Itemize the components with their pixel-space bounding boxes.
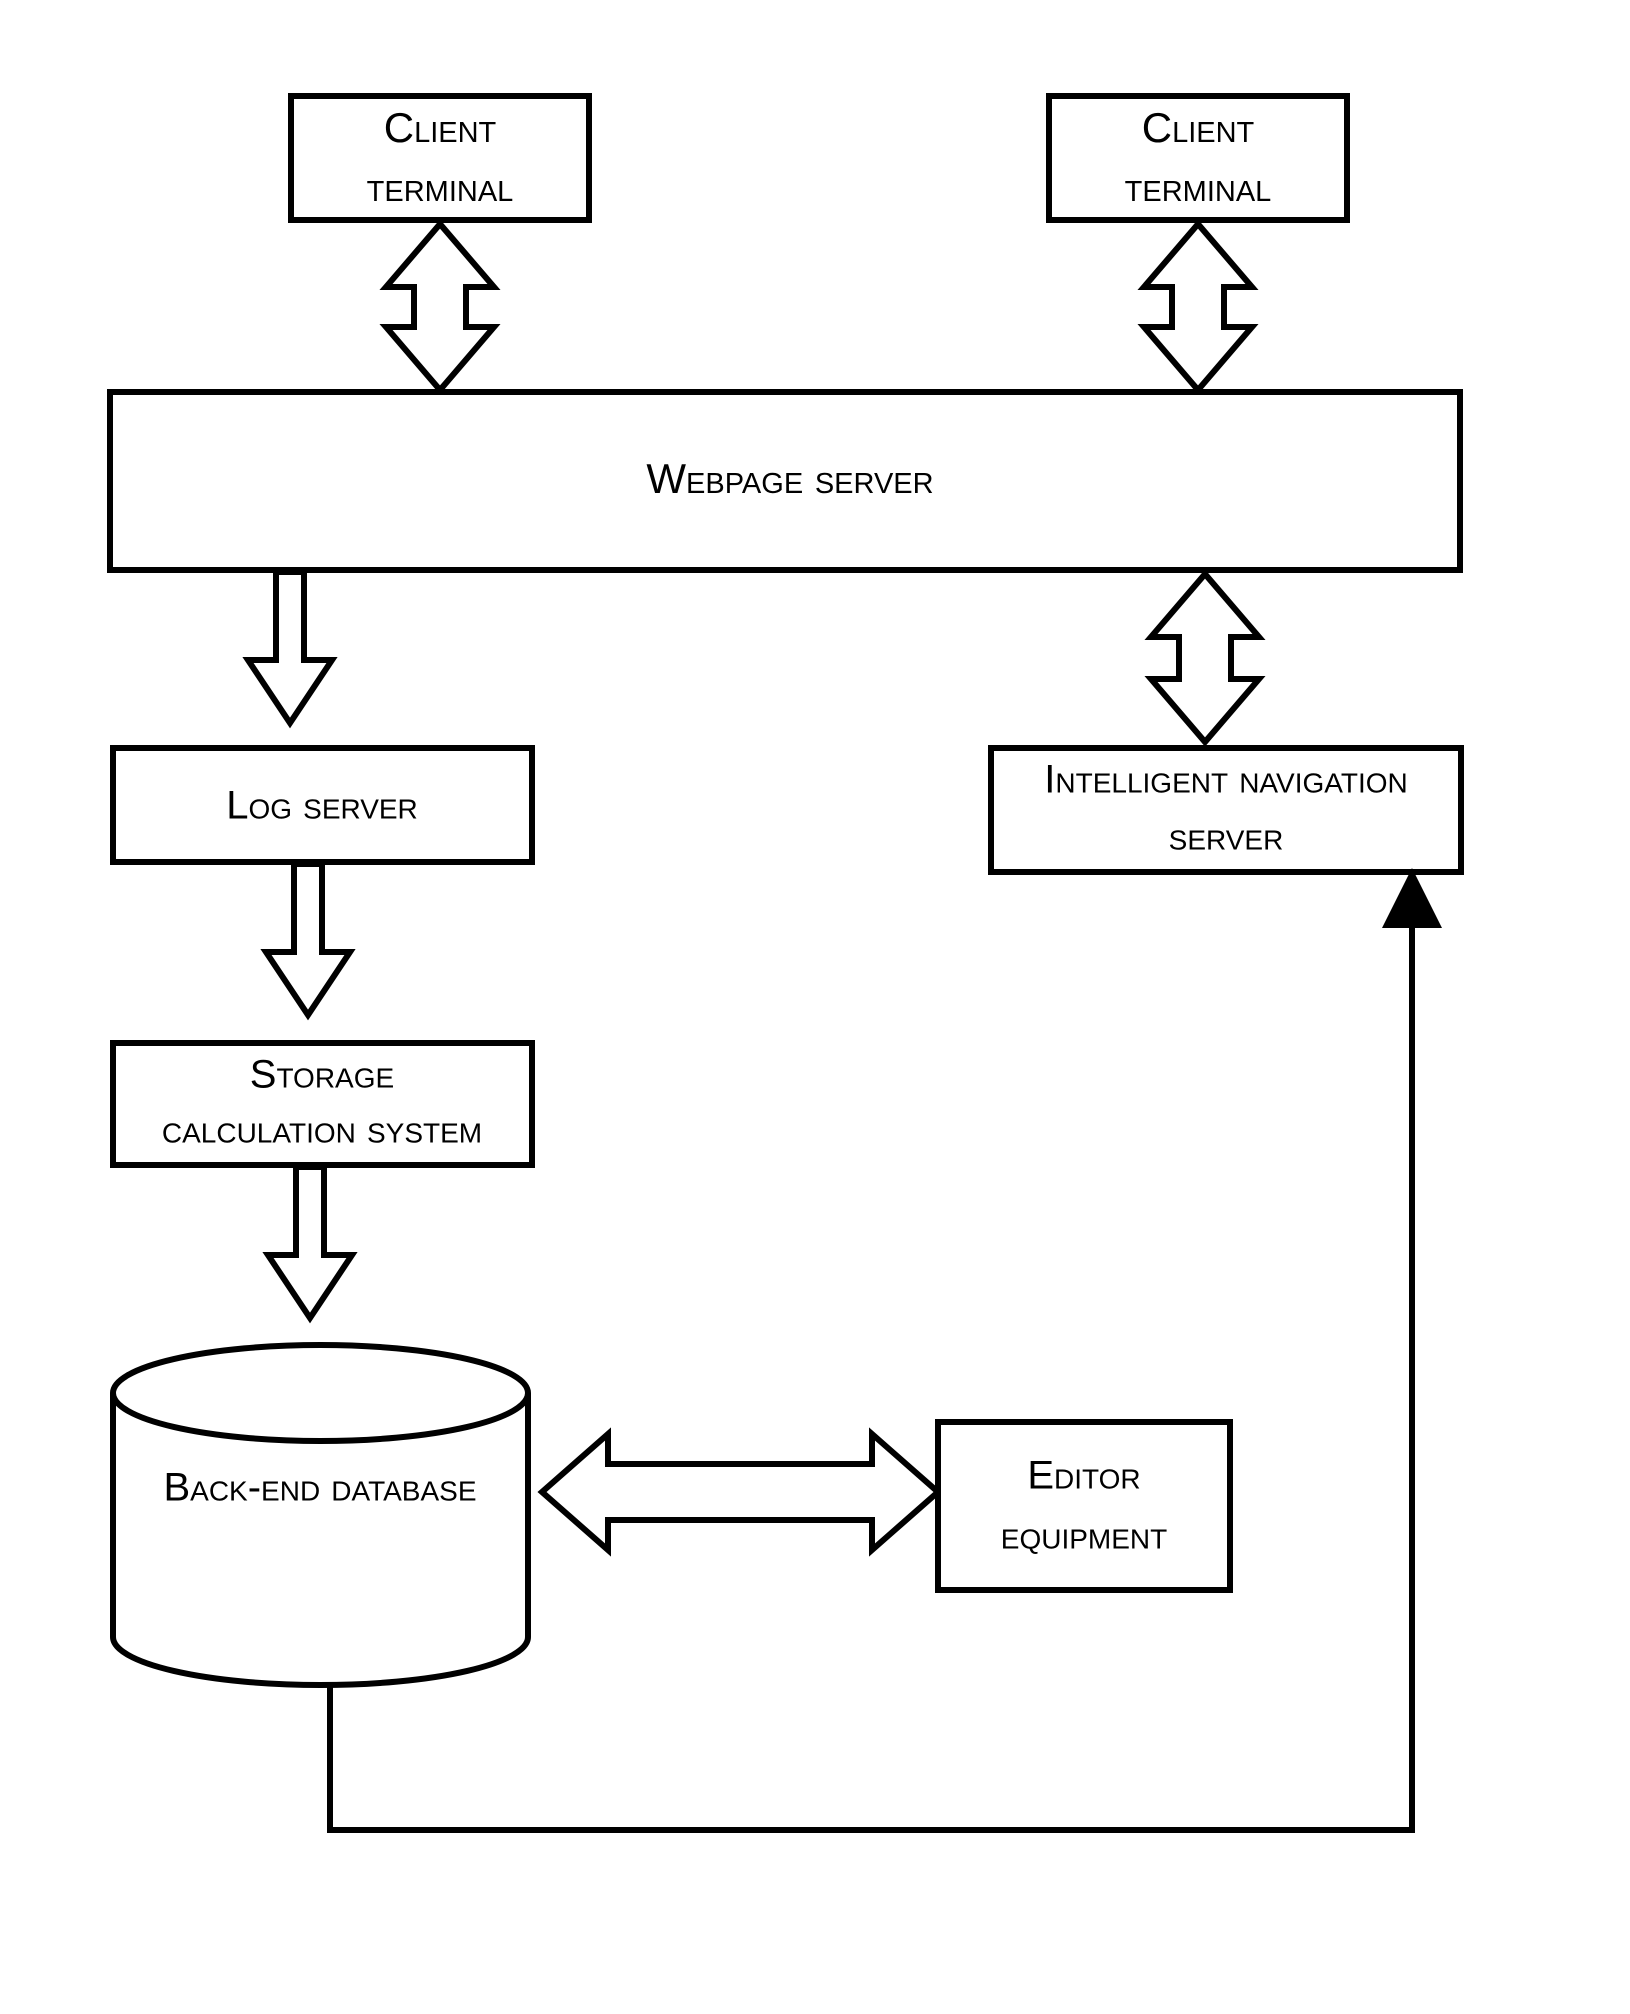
editor-equipment-box[interactable] [935,1419,1233,1593]
connector-webpage-server-to-intelligent-navigation-server [1144,569,1266,747]
connector-back-end-database-to-intelligent-navigation-server-feedback [327,868,1442,1833]
connector-storage-calculation-system-to-back-end-database [262,1164,358,1324]
node-intelligent-navigation-server[interactable]: Intelligent navigation server [988,745,1464,875]
log-server-label: Log server [226,784,418,828]
connector-back-end-database-to-editor-equipment [537,1427,943,1557]
webpage-server-label: Webpage server [646,455,933,502]
intelligent-navigation-server-label-line2: server [1169,815,1284,859]
node-back-end-database[interactable]: Back-end database [110,1342,531,1688]
storage-calculation-system-label-line1: Storage [250,1053,394,1097]
node-storage-calculation-system[interactable]: Storage calculation system [110,1040,535,1168]
connector-log-server-to-storage-calculation-system [260,861,356,1021]
intelligent-navigation-server-label-line1: Intelligent navigation [1044,758,1407,802]
diagram-canvas: Client terminal Client terminal Webpage … [0,0,1630,2014]
client-terminal-right-label-line2: terminal [1125,163,1272,210]
client-terminal-left-label-line2: terminal [367,163,514,210]
editor-equipment-label-line2: equipment [1001,1514,1167,1558]
back-end-database-cylinder-body[interactable] [110,1342,531,1688]
node-log-server[interactable]: Log server [110,745,535,865]
node-client-terminal-left[interactable]: Client terminal [288,93,592,223]
connector-client-right-to-webpage-server [1137,219,1259,395]
storage-calculation-system-label-line2: calculation system [162,1108,482,1152]
back-end-database-label: Back-end database [163,1466,476,1510]
editor-equipment-label-line1: Editor [1027,1454,1140,1498]
node-webpage-server[interactable]: Webpage server [107,389,1463,573]
system-architecture-diagram: Client terminal Client terminal Webpage … [107,93,1464,1833]
client-terminal-right-label-line1: Client [1142,104,1255,151]
connector-webpage-server-to-log-server [242,569,338,729]
feedback-arrowhead-icon [1382,868,1442,928]
node-editor-equipment[interactable]: Editor equipment [935,1419,1233,1593]
connector-client-left-to-webpage-server [379,219,501,395]
client-terminal-left-label-line1: Client [384,104,497,151]
node-client-terminal-right[interactable]: Client terminal [1046,93,1350,223]
